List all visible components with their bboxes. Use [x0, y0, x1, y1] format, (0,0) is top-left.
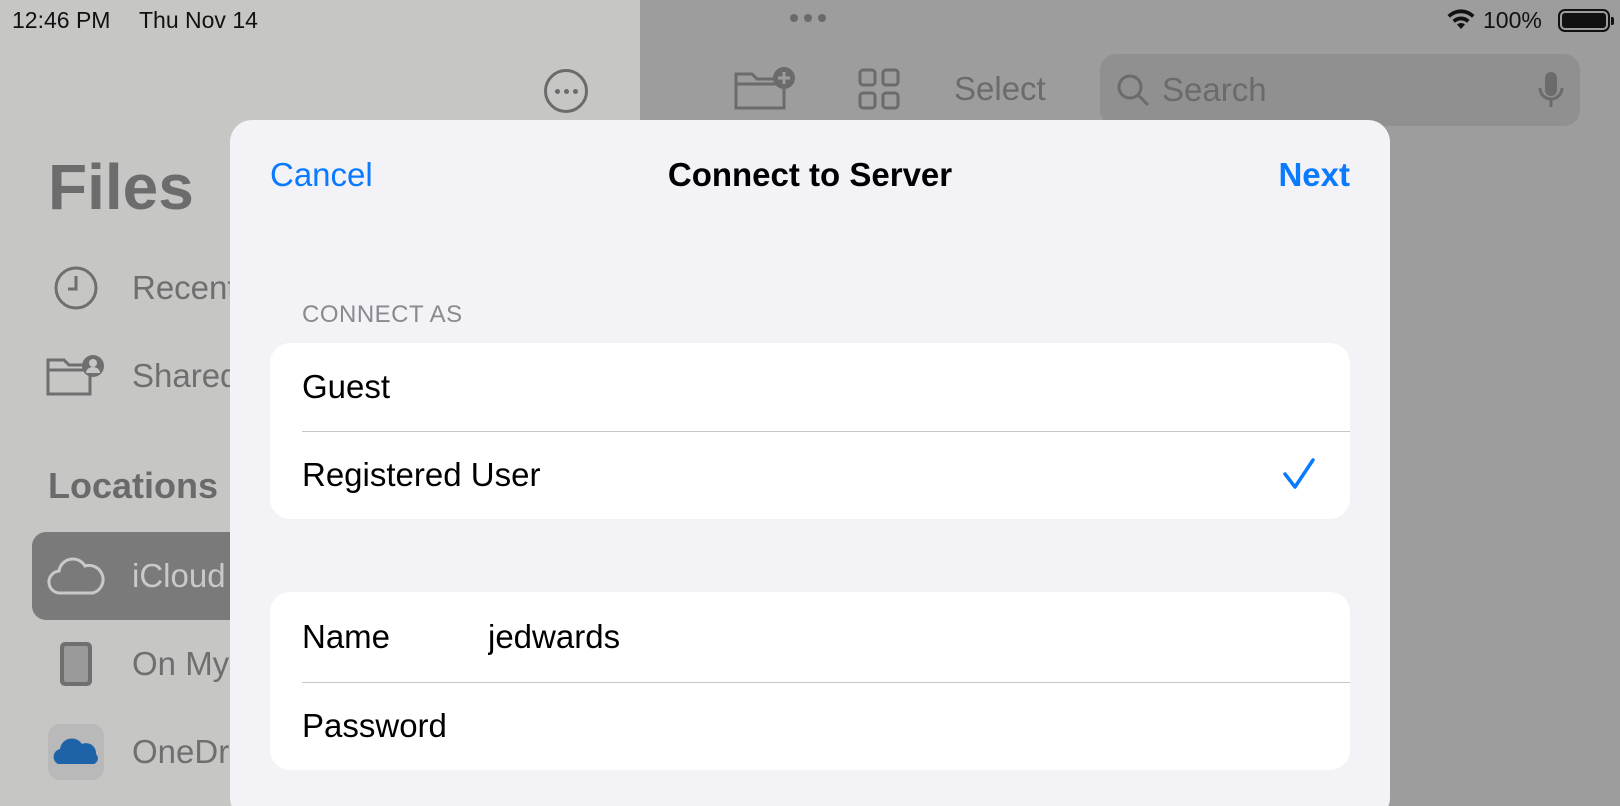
- search-placeholder: Search: [1162, 71, 1267, 108]
- name-field[interactable]: [488, 618, 1350, 656]
- next-button[interactable]: Next: [1278, 156, 1350, 194]
- password-field[interactable]: [488, 707, 1350, 745]
- more-options-icon[interactable]: [544, 69, 588, 113]
- connect-as-group: Guest Registered User: [270, 343, 1350, 519]
- credentials-group: Name Password: [270, 592, 1350, 770]
- ipad-icon: [32, 640, 120, 688]
- connect-as-registered-user-option[interactable]: Registered User: [270, 431, 1350, 519]
- onedrive-icon: [32, 724, 120, 780]
- password-row[interactable]: Password: [270, 682, 1350, 770]
- shared-folder-icon: [32, 354, 120, 398]
- battery-icon: [1558, 9, 1614, 32]
- battery-percentage: 100%: [1483, 7, 1542, 33]
- cancel-button[interactable]: Cancel: [270, 156, 373, 194]
- option-label: Guest: [302, 368, 391, 405]
- microphone-icon[interactable]: [1538, 71, 1564, 109]
- sidebar-item-label: iCloud: [132, 557, 226, 594]
- cloud-icon: [32, 556, 120, 596]
- connect-as-header: CONNECT AS: [302, 301, 463, 328]
- search-field[interactable]: Search: [1100, 54, 1580, 126]
- password-label: Password: [302, 707, 447, 744]
- select-button[interactable]: Select: [954, 70, 1046, 108]
- grid-view-icon[interactable]: [858, 68, 900, 110]
- new-folder-icon[interactable]: [734, 66, 796, 112]
- wifi-icon: [1447, 9, 1475, 29]
- connect-as-guest-option[interactable]: Guest: [270, 343, 1350, 431]
- section-title-locations: Locations: [48, 465, 219, 506]
- connect-to-server-dialog: Connect to Server Cancel Next CONNECT AS…: [230, 120, 1390, 806]
- name-row[interactable]: Name: [270, 592, 1350, 682]
- status-date: Thu Nov 14: [139, 7, 258, 33]
- sidebar-item-label: On My: [132, 645, 230, 682]
- status-time: 12:46 PM: [12, 7, 111, 33]
- option-label: Registered User: [302, 456, 541, 493]
- dialog-title: Connect to Server: [667, 156, 953, 193]
- sidebar-item-label: OneDri: [132, 733, 237, 770]
- search-icon: [1117, 74, 1150, 107]
- checkmark-icon: [1283, 458, 1315, 489]
- name-label: Name: [302, 618, 391, 655]
- clock-icon: [32, 265, 120, 311]
- sidebar-title: Files: [48, 151, 194, 223]
- status-bar: 12:46 PM Thu Nov 14 100%: [0, 0, 1620, 40]
- sidebar-item-label: Shared: [132, 357, 239, 394]
- multitasking-dots-icon[interactable]: [790, 14, 826, 22]
